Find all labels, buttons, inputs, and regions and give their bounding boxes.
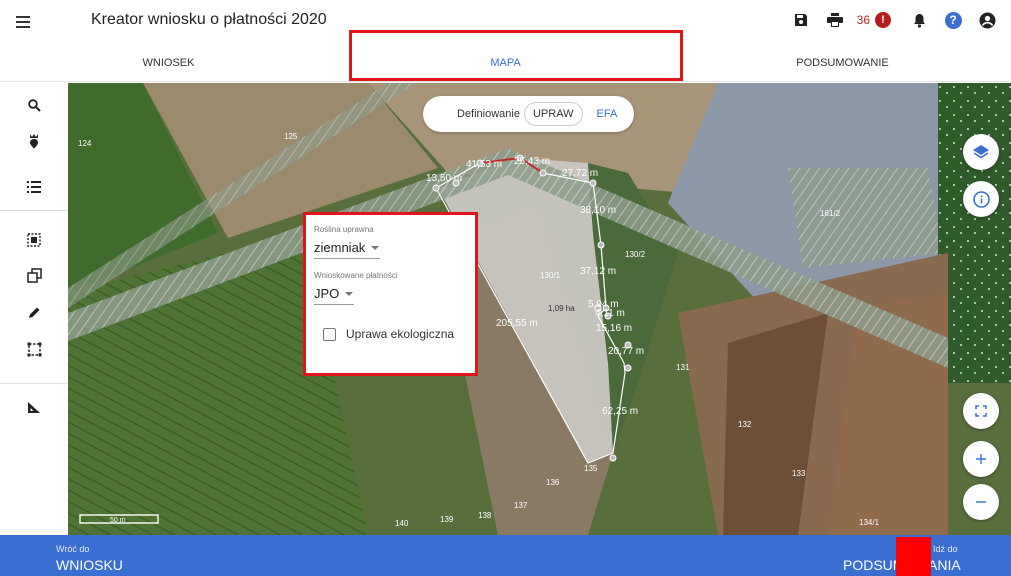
eco-checkbox[interactable] bbox=[323, 327, 336, 341]
measurement-label: 13,50 m bbox=[426, 173, 463, 184]
redaction-box bbox=[896, 537, 931, 576]
parcel-label: 130/1 bbox=[540, 271, 561, 280]
measurement-label: 27,72 m bbox=[562, 168, 599, 179]
area-label: 1,09 ha bbox=[548, 304, 575, 313]
measurement-label: 25,43 m bbox=[514, 156, 551, 167]
select-area-icon[interactable] bbox=[22, 228, 46, 252]
upraw-toggle[interactable]: UPRAW bbox=[523, 102, 583, 126]
measurement-label: 20,77 m bbox=[608, 346, 645, 357]
scale-label: 50 m bbox=[110, 517, 126, 524]
crop-label: Roślina uprawna bbox=[314, 225, 374, 234]
back-small-label: Wróć do bbox=[56, 544, 90, 554]
eco-checkbox-row[interactable]: Uprawa ekologiczna bbox=[323, 327, 468, 341]
zoom-in-icon[interactable] bbox=[963, 441, 999, 477]
tab-wniosek[interactable]: WNIOSEK bbox=[0, 44, 337, 81]
measurement-label: 41,53 m bbox=[466, 159, 503, 170]
app-title: Kreator wniosku o płatności 2020 bbox=[91, 11, 327, 28]
payments-value: JPO bbox=[314, 286, 340, 301]
help-icon[interactable]: ? bbox=[941, 8, 965, 32]
parcel-label: 136 bbox=[546, 478, 560, 487]
parcel-label: 161/2 bbox=[820, 209, 841, 218]
parcel-label: 133 bbox=[792, 469, 806, 478]
measure-icon[interactable] bbox=[22, 395, 46, 419]
definition-label: Definiowanie bbox=[457, 108, 520, 120]
parcel-pin-icon[interactable] bbox=[22, 129, 46, 153]
bottom-nav-bar: Wróć do WNIOSKU Idź do PODSUMOWANIA bbox=[0, 535, 1011, 576]
crop-select[interactable]: ziemniak bbox=[314, 240, 380, 259]
map-toolbar bbox=[0, 83, 68, 535]
chevron-down-icon bbox=[371, 245, 380, 250]
list-icon[interactable] bbox=[22, 175, 46, 199]
layers-icon[interactable] bbox=[963, 134, 999, 170]
aerial-map[interactable] bbox=[68, 83, 1011, 535]
parcel-label: 137 bbox=[514, 501, 528, 510]
parcel-label: 130/2 bbox=[625, 250, 646, 259]
bell-icon[interactable] bbox=[907, 8, 931, 32]
main-tabs: WNIOSEK MAPA PODSUMOWANIE bbox=[0, 44, 1011, 82]
measurement-label: 15,16 m bbox=[596, 323, 633, 334]
fullscreen-icon[interactable] bbox=[963, 393, 999, 429]
parcel-label: 135 bbox=[584, 464, 598, 473]
account-icon[interactable] bbox=[975, 8, 999, 32]
copy-icon[interactable] bbox=[22, 263, 46, 287]
back-button[interactable]: WNIOSKU bbox=[56, 557, 123, 573]
next-small-label: Idź do bbox=[933, 544, 958, 554]
definition-mode-toggle: Definiowanie UPRAW EFA bbox=[423, 96, 634, 132]
menu-icon[interactable] bbox=[1, 0, 45, 44]
parcel-label: 139 bbox=[440, 515, 454, 524]
crop-popup: Roślina uprawna ziemniak Wnioskowane pła… bbox=[306, 215, 476, 373]
save-icon[interactable] bbox=[789, 8, 813, 32]
eco-label: Uprawa ekologiczna bbox=[346, 327, 455, 341]
zoom-out-icon[interactable] bbox=[963, 484, 999, 520]
frame-icon[interactable] bbox=[22, 337, 46, 361]
measurement-label: 37,12 m bbox=[580, 266, 617, 277]
parcel-label: 124 bbox=[78, 139, 92, 148]
measurement-label: 38,10 m bbox=[580, 205, 617, 216]
tab-podsumowanie[interactable]: PODSUMOWANIE bbox=[674, 44, 1011, 81]
top-actions: 36 ! ? bbox=[779, 8, 999, 32]
measurement-label: 205,55 m bbox=[496, 318, 538, 329]
parcel-label: 125 bbox=[284, 132, 298, 141]
toolbar-divider bbox=[0, 383, 68, 384]
parcel-label: 140 bbox=[395, 519, 409, 528]
info-icon[interactable] bbox=[963, 181, 999, 217]
pencil-icon[interactable] bbox=[22, 300, 46, 324]
measurement-label: 4,11 m bbox=[595, 308, 625, 319]
payments-select[interactable]: JPO bbox=[314, 286, 354, 305]
measurement-label: 62,25 m bbox=[602, 406, 639, 417]
chevron-down-icon bbox=[345, 291, 354, 296]
notification-count: 36 bbox=[856, 13, 870, 27]
map-canvas[interactable]: 124 125 130/2 130/1 161/2 131 132 133 13… bbox=[68, 83, 1011, 535]
app-bar: Kreator wniosku o płatności 2020 36 ! ? bbox=[0, 0, 1011, 44]
crop-value: ziemniak bbox=[314, 240, 366, 255]
payments-label: Wnioskowane płatności bbox=[314, 271, 398, 280]
search-icon[interactable] bbox=[22, 93, 46, 117]
parcel-label: 132 bbox=[738, 420, 752, 429]
error-icon[interactable]: ! bbox=[875, 12, 891, 28]
parcel-label: 134/1 bbox=[859, 518, 880, 527]
parcel-label: 138 bbox=[478, 511, 492, 520]
tab-mapa[interactable]: MAPA bbox=[337, 44, 674, 81]
efa-toggle[interactable]: EFA bbox=[597, 108, 618, 120]
print-icon[interactable] bbox=[823, 8, 847, 32]
parcel-label: 131 bbox=[676, 363, 690, 372]
toolbar-divider bbox=[0, 210, 68, 211]
